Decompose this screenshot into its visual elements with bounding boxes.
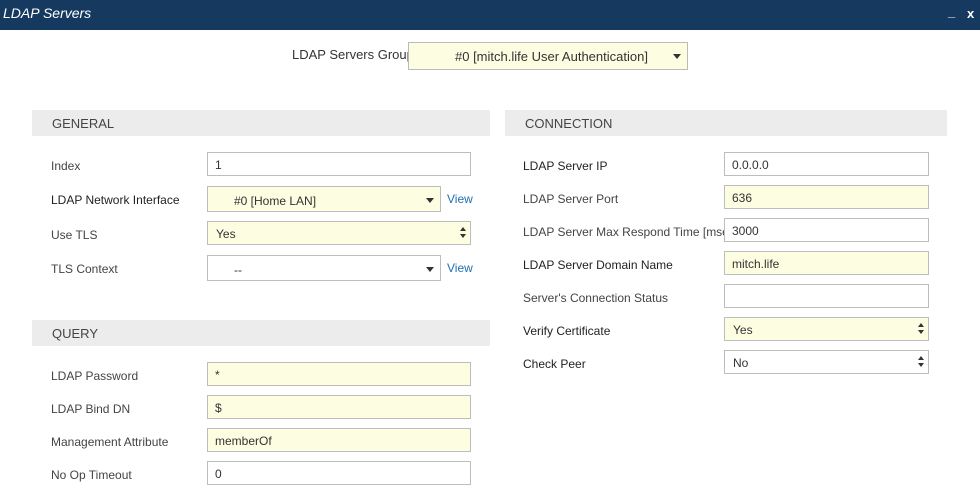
connection-section-header: CONNECTION	[505, 110, 947, 136]
ldap-server-max-respond-time-field[interactable]: 3000	[724, 218, 929, 242]
management-attribute-field[interactable]: memberOf	[207, 428, 471, 452]
ldap-bind-dn-field[interactable]: $	[207, 395, 471, 419]
use-tls-value: Yes	[216, 227, 236, 241]
ldap-server-port-label: LDAP Server Port	[523, 192, 619, 206]
ldap-servers-group-value: #0 [mitch.life User Authentication]	[455, 49, 648, 64]
index-field[interactable]: 1	[207, 152, 471, 176]
query-section-header: QUERY	[32, 320, 490, 346]
title-bar: LDAP Servers _ x	[0, 0, 980, 30]
ldap-server-domain-name-label: LDAP Server Domain Name	[523, 258, 673, 272]
ldap-password-field[interactable]: *	[207, 362, 471, 386]
no-op-timeout-label: No Op Timeout	[51, 468, 132, 482]
verify-certificate-label: Verify Certificate	[523, 324, 611, 338]
management-attribute-label: Management Attribute	[51, 435, 169, 449]
index-label: Index	[51, 159, 81, 173]
check-peer-value: No	[733, 356, 749, 370]
ldap-network-interface-value: #0 [Home LAN]	[234, 194, 317, 208]
ldap-server-port-field[interactable]: 636	[724, 185, 929, 209]
ldap-servers-group-label: LDAP Servers Group	[292, 47, 414, 62]
minimize-button[interactable]: _	[948, 4, 955, 19]
ldap-servers-group-select[interactable]: #0 [mitch.life User Authentication]	[408, 42, 688, 70]
ldap-password-label: LDAP Password	[51, 369, 139, 383]
ldap-server-ip-label: LDAP Server IP	[523, 159, 608, 173]
ldap-server-ip-field[interactable]: 0.0.0.0	[724, 152, 929, 176]
check-peer-label: Check Peer	[523, 357, 586, 371]
general-section-header: GENERAL	[32, 110, 490, 136]
chevron-down-icon	[426, 267, 434, 272]
chevron-down-icon	[426, 198, 434, 203]
ldap-network-interface-label: LDAP Network Interface	[51, 193, 180, 207]
verify-certificate-select[interactable]: Yes	[724, 317, 929, 341]
close-button[interactable]: x	[967, 6, 974, 21]
chevron-down-icon	[673, 54, 681, 59]
ldap-network-interface-select[interactable]: #0 [Home LAN]	[207, 186, 441, 212]
ldap-server-max-respond-time-label: LDAP Server Max Respond Time [msec]	[523, 225, 739, 239]
ldap-server-domain-name-field[interactable]: mitch.life	[724, 251, 929, 275]
use-tls-select[interactable]: Yes	[207, 221, 471, 245]
up-down-arrows-icon	[918, 356, 924, 368]
use-tls-label: Use TLS	[51, 228, 98, 242]
tls-context-select[interactable]: --	[207, 255, 441, 281]
up-down-arrows-icon	[918, 323, 924, 335]
tls-context-label: TLS Context	[51, 262, 118, 276]
window-title: LDAP Servers	[3, 5, 92, 21]
network-interface-view-link[interactable]: View	[447, 192, 473, 206]
servers-connection-status-field	[724, 284, 929, 308]
no-op-timeout-field[interactable]: 0	[207, 461, 471, 485]
servers-connection-status-label: Server's Connection Status	[523, 291, 669, 305]
tls-context-view-link[interactable]: View	[447, 261, 473, 275]
up-down-arrows-icon	[460, 227, 466, 239]
verify-certificate-value: Yes	[733, 323, 753, 337]
check-peer-select[interactable]: No	[724, 350, 929, 374]
tls-context-value: --	[234, 263, 242, 277]
ldap-bind-dn-label: LDAP Bind DN	[51, 402, 131, 416]
